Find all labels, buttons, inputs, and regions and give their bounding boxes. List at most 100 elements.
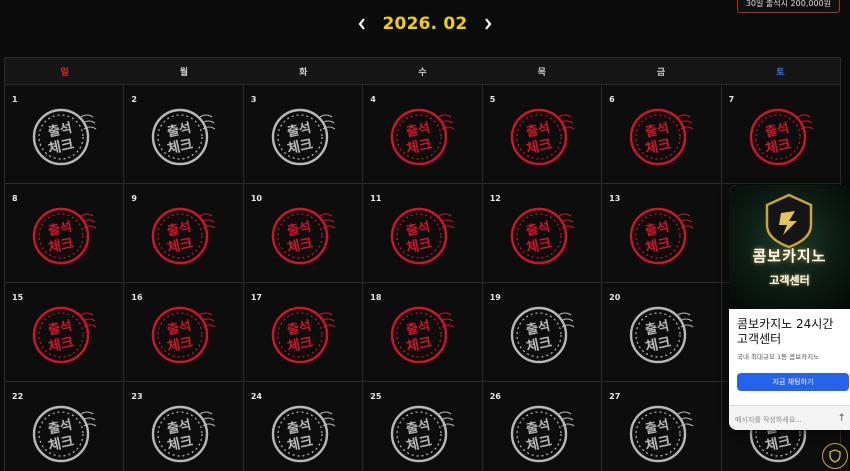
- attendance-stamp-icon: 출석체크: [510, 405, 575, 463]
- attendance-stamp-icon: 출석체크: [271, 108, 336, 166]
- attendance-stamp-icon: 출석체크: [391, 207, 455, 265]
- day-number: 4: [370, 95, 376, 104]
- start-chat-button[interactable]: 지금 채팅하기: [737, 373, 849, 391]
- day-number: 23: [131, 392, 143, 401]
- chat-message-input[interactable]: 메시지를 작성하세요... ↑: [729, 405, 850, 430]
- day-number: 11: [370, 194, 382, 203]
- calendar-day-cell: 9 출석 체크: [124, 184, 244, 283]
- calendar-day-cell: 8 출석 체크: [5, 184, 125, 283]
- calendar-day-cell: 26 출석 체크: [482, 382, 603, 471]
- calendar-day-cell: 12 출석 체크: [482, 184, 603, 283]
- day-number: 1: [12, 95, 18, 104]
- calendar-day-cell: 16 출석 체크: [124, 283, 244, 382]
- attendance-stamp-icon: 출석체크: [629, 207, 694, 265]
- weekday-sun: 일: [60, 67, 69, 78]
- calendar-day-cell: 1 출석 체크: [5, 85, 125, 184]
- day-number: 13: [609, 194, 621, 203]
- day-number: 2: [131, 95, 137, 104]
- day-number: 26: [489, 392, 501, 401]
- attendance-stamp-icon: 출석체크: [32, 108, 97, 166]
- attendance-calendar: 일 월 화 수 목 금 토 1 출석 체크 2 출석 체크 3 출석 체크 4 출석 체크 5 출석 체크 6…: [4, 57, 841, 471]
- day-number: 18: [370, 293, 382, 302]
- attendance-stamp-icon: 출석체크: [32, 405, 97, 463]
- calendar-day-cell: 17 출석 체크: [243, 283, 364, 382]
- weekday-wed: 수: [418, 67, 427, 78]
- day-number: 7: [728, 95, 735, 104]
- day-number: 27: [609, 392, 621, 401]
- calendar-day-cell: 25 출석 체크: [363, 382, 483, 471]
- attendance-stamp-icon: 출석체크: [510, 207, 575, 265]
- weekday-tue: 화: [299, 67, 308, 78]
- day-number: 25: [370, 392, 382, 401]
- calendar-day-cell: 3 출석 체크: [243, 85, 364, 184]
- day-number: 10: [250, 194, 262, 203]
- calendar-day-cell: 7 출석 체크: [721, 85, 841, 184]
- weekday-mon: 월: [179, 67, 189, 78]
- attendance-stamp-icon: 출석체크: [749, 108, 813, 166]
- chat-info: 콤보카지노 24시간 고객센터 국내 최대규모 1등 콤보카지노: [729, 309, 850, 361]
- attendance-stamp-icon: 출석체크: [32, 306, 97, 364]
- calendar-day-cell: 18 출석 체크: [363, 283, 483, 382]
- attendance-stamp-icon: 출석체크: [32, 207, 97, 265]
- attendance-stamp-icon: 출석체크: [391, 405, 455, 463]
- attendance-stamp-icon: 출석체크: [271, 306, 336, 364]
- calendar-day-cell: 6 출석 체크: [602, 85, 722, 184]
- attendance-stamp-icon: 출석체크: [271, 405, 336, 463]
- send-arrow-icon[interactable]: ↑: [838, 413, 846, 424]
- chat-input-placeholder: 메시지를 작성하세요...: [735, 416, 802, 424]
- weekday-sat: 토: [776, 67, 785, 78]
- day-number: 19: [489, 293, 501, 302]
- weekday-fri: 금: [656, 67, 666, 78]
- day-number: 20: [609, 293, 621, 302]
- chat-description: 국내 최대규모 1등 콤보카지노: [737, 353, 820, 361]
- calendar-day-cell: 4 출석 체크: [363, 85, 483, 184]
- chat-banner-title: 콤보카지노: [752, 247, 827, 265]
- calendar-day-cell: 24 출석 체크: [243, 382, 364, 471]
- corner-logo-icon[interactable]: [822, 443, 848, 469]
- calendar-day-cell: 11 출석 체크: [363, 184, 483, 283]
- day-number: 12: [489, 194, 501, 203]
- day-number: 16: [131, 293, 143, 302]
- chat-name: 콤보카지노 24시간 고객센터: [737, 317, 834, 346]
- day-number: 8: [12, 194, 18, 203]
- attendance-stamp-icon: 출석체크: [391, 306, 455, 364]
- chat-widget: 콤보카지노 고객센터 콤보카지노 24시간 고객센터 국내 최대규모 1등 콤보…: [729, 185, 850, 430]
- calendar-day-cell: 27 출석 체크: [602, 382, 722, 471]
- day-number: 3: [250, 95, 257, 104]
- chevron-right-icon[interactable]: [481, 14, 495, 34]
- month-title: 2026. 02: [382, 14, 468, 34]
- calendar-day-cell: 13 출석 체크: [602, 184, 722, 283]
- weekday-header: 일 월 화 수 목 금 토: [4, 57, 841, 85]
- calendar-day-cell: 15 출석 체크: [5, 283, 125, 382]
- day-number: 22: [12, 392, 24, 401]
- weekday-thu: 목: [537, 67, 546, 78]
- chat-banner-subtitle: 고객센터: [769, 274, 810, 287]
- attendance-page: 30일 출석시 200,000원 2026. 02 일 월 화 수 목 금 토 …: [0, 0, 850, 471]
- reward-badge: 30일 출석시 200,000원: [736, 0, 840, 13]
- calendar-day-cell: 5 출석 체크: [482, 85, 603, 184]
- day-grid: 1 출석 체크 2 출석 체크 3 출석 체크 4 출석 체크 5 출석 체크 6 출석 체크 7 출석 체크 8 출석 체크…: [4, 85, 841, 471]
- day-number: 17: [250, 293, 262, 302]
- chevron-left-icon[interactable]: [355, 14, 369, 34]
- calendar-day-cell: 22 출석 체크: [5, 382, 125, 471]
- attendance-stamp-icon: 출석체크: [391, 108, 455, 166]
- calendar-day-cell: 20 출석 체크: [602, 283, 722, 382]
- day-number: 24: [250, 392, 262, 401]
- attendance-stamp-icon: 출석체크: [271, 207, 336, 265]
- attendance-stamp-icon: 출석체크: [152, 306, 216, 364]
- month-navigation: 2026. 02: [0, 14, 850, 34]
- calendar-day-cell: 19 출석 체크: [482, 283, 603, 382]
- calendar-day-cell: 23 출석 체크: [124, 382, 244, 471]
- attendance-stamp-icon: 출석체크: [510, 306, 575, 364]
- calendar-day-cell: 10 출석 체크: [243, 184, 364, 283]
- attendance-stamp-icon: 출석체크: [510, 108, 575, 166]
- attendance-stamp-icon: 출석체크: [629, 405, 694, 463]
- calendar-day-cell: 2 출석 체크: [124, 85, 244, 184]
- attendance-stamp-icon: 출석체크: [152, 207, 216, 265]
- day-number: 6: [609, 95, 615, 104]
- day-number: 5: [489, 95, 496, 104]
- attendance-stamp-icon: 출석체크: [629, 108, 694, 166]
- day-number: 9: [131, 194, 137, 203]
- attendance-stamp-icon: 출석체크: [152, 405, 216, 463]
- attendance-stamp-icon: 출석체크: [152, 108, 216, 166]
